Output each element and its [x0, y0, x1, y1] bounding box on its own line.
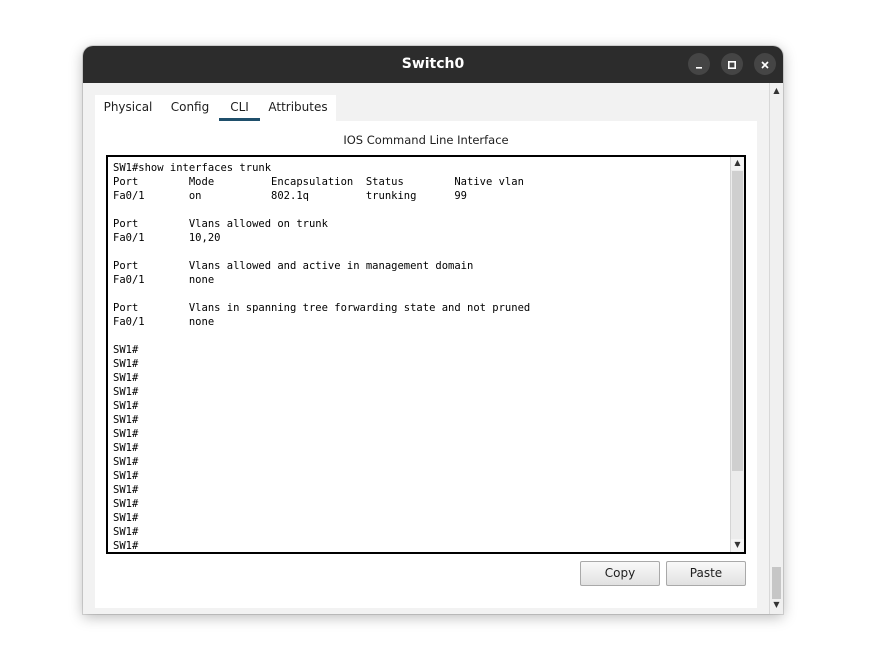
- window-scroll-thumb[interactable]: [772, 567, 781, 599]
- console-line: SW1#show interfaces trunk: [113, 162, 272, 174]
- copy-button[interactable]: Copy: [580, 561, 660, 586]
- triangle-up-icon[interactable]: ▲: [770, 86, 783, 95]
- console-line: SW1#: [113, 540, 139, 552]
- title-bar[interactable]: Switch0: [83, 46, 783, 83]
- window-scrollbar[interactable]: ▲ ▼: [769, 83, 783, 614]
- console-line: SW1#: [113, 428, 139, 440]
- minimize-icon: [694, 55, 704, 74]
- console-line: SW1#: [113, 442, 139, 454]
- scroll-down-button[interactable]: ▼: [731, 539, 744, 552]
- paste-button[interactable]: Paste: [666, 561, 746, 586]
- triangle-down-icon: ▼: [734, 540, 741, 549]
- tab-config[interactable]: Config: [161, 95, 219, 122]
- console-line: SW1#: [113, 456, 139, 468]
- close-icon: [760, 55, 770, 74]
- console-line: SW1#: [113, 498, 139, 510]
- tab-attributes[interactable]: Attributes: [260, 95, 336, 122]
- console-line: Port Vlans in spanning tree forwarding s…: [113, 302, 531, 314]
- console-line: SW1#: [113, 386, 139, 398]
- minimize-button[interactable]: [688, 53, 710, 75]
- maximize-button[interactable]: [721, 53, 743, 75]
- switch-window: Switch0 Physical Config CLI Attributes I…: [83, 46, 783, 614]
- console-line: SW1#: [113, 512, 139, 524]
- console-line: Fa0/1 on 802.1q trunking 99: [113, 190, 468, 202]
- console-scrollbar[interactable]: ▲ ▼: [730, 157, 744, 552]
- close-button[interactable]: [754, 53, 776, 75]
- cli-panel: IOS Command Line Interface SW1#show inte…: [95, 121, 757, 608]
- console-line: SW1#: [113, 358, 139, 370]
- window-client-area: Physical Config CLI Attributes IOS Comma…: [83, 83, 783, 614]
- cli-console[interactable]: SW1#show interfaces trunk Port Mode Encap…: [106, 155, 746, 554]
- console-line: SW1#: [113, 526, 139, 538]
- console-output[interactable]: SW1#show interfaces trunk Port Mode Encap…: [113, 161, 728, 552]
- console-line: SW1#: [113, 484, 139, 496]
- window-title: Switch0: [401, 56, 465, 72]
- maximize-icon: [727, 55, 737, 74]
- console-line: SW1#: [113, 400, 139, 412]
- console-scroll-thumb[interactable]: [732, 171, 743, 471]
- console-line: SW1#: [113, 470, 139, 482]
- console-line: Port Vlans allowed and active in managem…: [113, 260, 474, 272]
- tab-physical[interactable]: Physical: [95, 95, 161, 122]
- scroll-up-button[interactable]: ▲: [731, 157, 744, 170]
- console-line: Fa0/1 none: [113, 274, 215, 286]
- console-line: Port Mode Encapsulation Status Native vl…: [113, 176, 524, 188]
- triangle-up-icon: ▲: [734, 158, 741, 167]
- console-line: SW1#: [113, 372, 139, 384]
- console-line: Port Vlans allowed on trunk: [113, 218, 328, 230]
- console-line: Fa0/1 none: [113, 316, 215, 328]
- triangle-down-icon[interactable]: ▼: [770, 600, 783, 609]
- console-line: Fa0/1 10,20: [113, 232, 221, 244]
- tab-cli[interactable]: CLI: [219, 95, 260, 122]
- console-line: SW1#: [113, 414, 139, 426]
- console-line: SW1#: [113, 344, 139, 356]
- panel-title: IOS Command Line Interface: [343, 133, 509, 147]
